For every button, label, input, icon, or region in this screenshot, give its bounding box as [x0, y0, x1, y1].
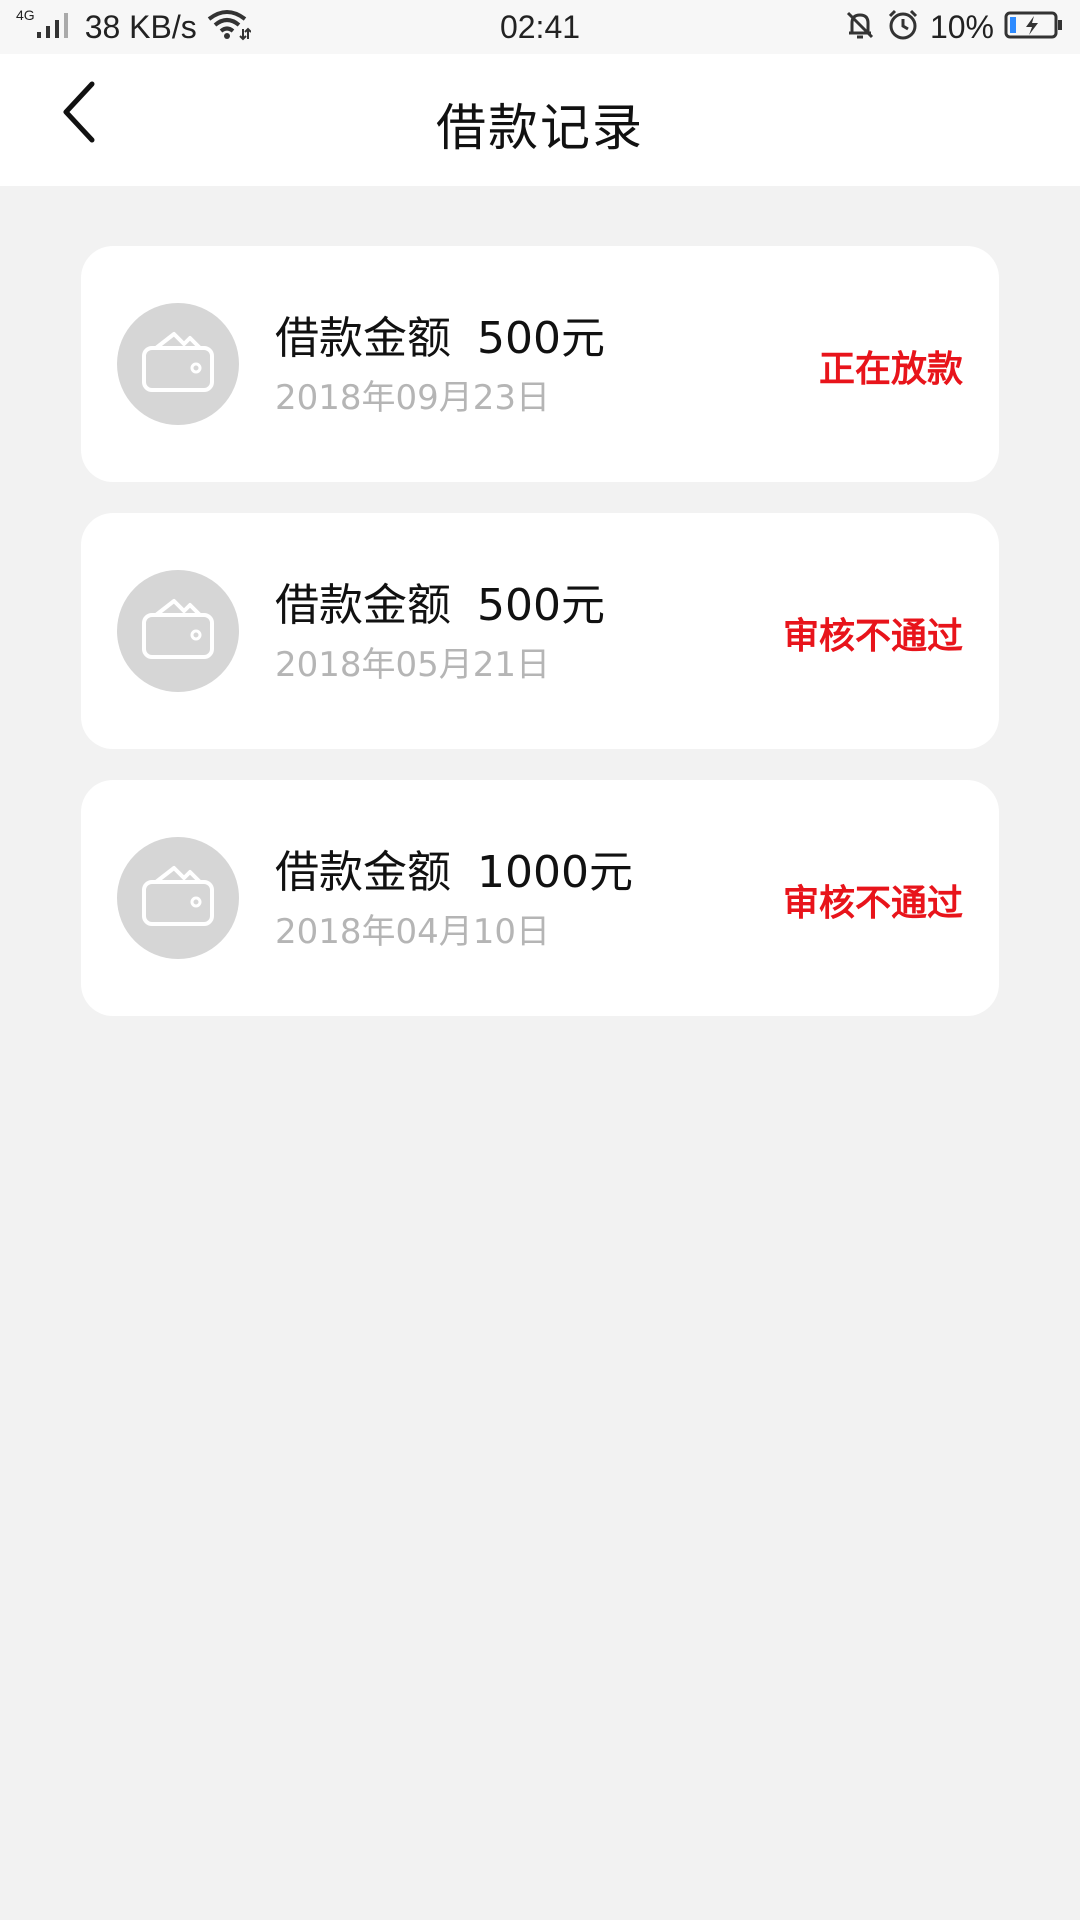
amount-row: 借款金额 500元	[275, 302, 605, 366]
status-bar-left: 4G 38 KB/s	[16, 7, 365, 46]
wallet-icon	[140, 330, 216, 398]
amount-label: 借款金额	[275, 580, 451, 631]
signal-icon	[35, 10, 75, 45]
record-date: 2018年04月10日	[275, 912, 551, 952]
record-avatar	[117, 837, 239, 959]
battery-charging-icon	[1004, 10, 1064, 45]
status-badge: 审核不通过	[782, 616, 963, 657]
alarm-icon	[886, 8, 920, 47]
amount-label: 借款金额	[275, 847, 451, 898]
status-bar: 4G 38 KB/s 02:41 10%	[0, 0, 1080, 54]
status-badge: 审核不通过	[782, 883, 963, 924]
record-avatar	[117, 303, 239, 425]
amount-value: 500元	[477, 580, 605, 631]
bell-off-icon	[844, 9, 876, 46]
wallet-icon	[140, 597, 216, 665]
record-avatar	[117, 570, 239, 692]
page-title: 借款记录	[436, 99, 644, 157]
loan-record-card[interactable]: 借款金额 1000元 2018年04月10日 审核不通过	[81, 780, 999, 1016]
loan-record-list: 借款金额 500元 2018年09月23日 正在放款 借款金额 500元 2018年…	[81, 246, 999, 1047]
amount-value: 500元	[477, 313, 605, 364]
wallet-icon	[140, 864, 216, 932]
amount-label: 借款金额	[275, 313, 451, 364]
amount-value: 1000元	[477, 847, 633, 898]
wifi-icon	[207, 9, 252, 46]
record-date: 2018年09月23日	[275, 378, 551, 418]
record-date: 2018年05月21日	[275, 645, 551, 685]
status-time: 02:41	[499, 8, 581, 45]
network-type: 4G	[16, 7, 35, 23]
status-bar-right: 10%	[715, 8, 1064, 47]
amount-row: 借款金额 500元	[275, 569, 605, 633]
header: 借款记录	[0, 54, 1080, 186]
status-badge: 正在放款	[818, 349, 963, 390]
battery-percent: 10%	[929, 8, 994, 45]
loan-record-card[interactable]: 借款金额 500元 2018年09月23日 正在放款	[81, 246, 999, 482]
loan-record-card[interactable]: 借款金额 500元 2018年05月21日 审核不通过	[81, 513, 999, 749]
network-speed: 38 KB/s	[84, 8, 197, 45]
amount-row: 借款金额 1000元	[275, 836, 633, 900]
